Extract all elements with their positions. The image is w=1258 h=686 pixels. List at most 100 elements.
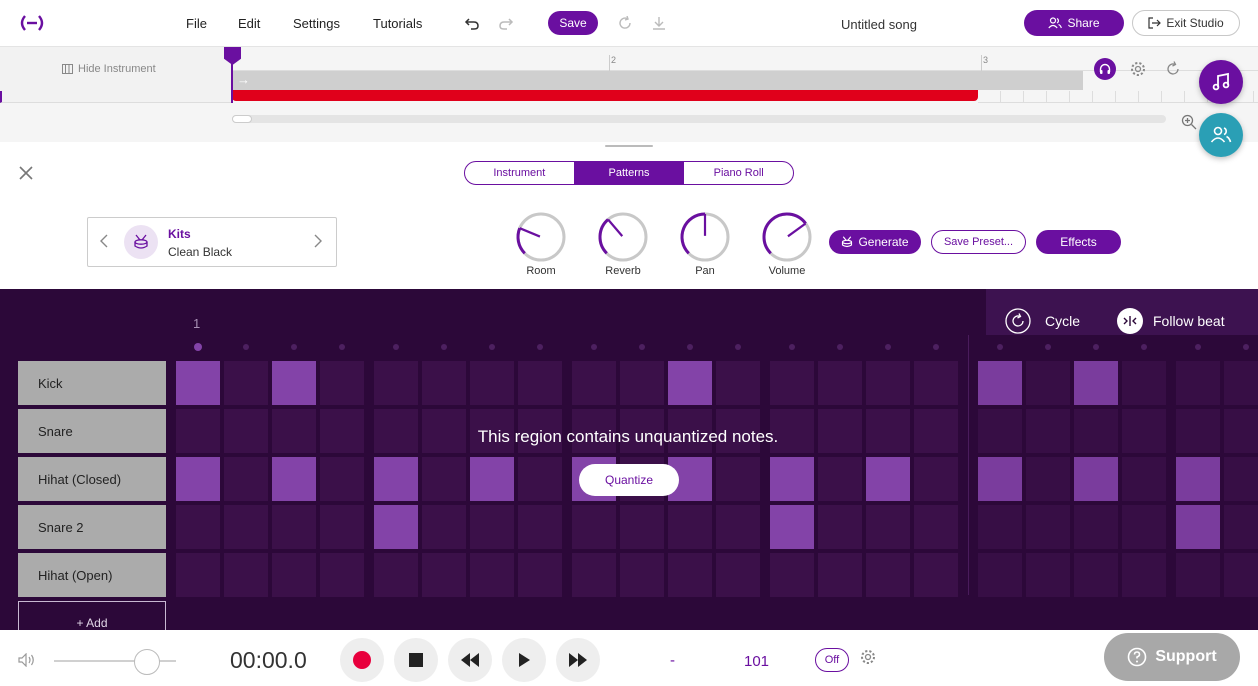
step-cell[interactable] xyxy=(620,505,664,549)
pan-knob[interactable]: Pan xyxy=(675,210,735,278)
step-cell[interactable] xyxy=(770,457,814,501)
step-cell[interactable] xyxy=(224,553,268,597)
step-cell[interactable] xyxy=(176,409,220,453)
step-cell[interactable] xyxy=(176,457,220,501)
metronome-settings-icon[interactable] xyxy=(860,649,876,665)
step-cell[interactable] xyxy=(1026,409,1070,453)
step-cell[interactable] xyxy=(470,361,514,405)
step-cell[interactable] xyxy=(818,505,862,549)
step-cell[interactable] xyxy=(1122,409,1166,453)
step-cell[interactable] xyxy=(1026,361,1070,405)
step-cell[interactable] xyxy=(716,457,760,501)
step-cell[interactable] xyxy=(668,505,712,549)
follow-beat-toggle[interactable]: Follow beat xyxy=(1117,308,1225,334)
step-cell[interactable] xyxy=(572,361,616,405)
step-cell[interactable] xyxy=(518,457,562,501)
resize-handle[interactable] xyxy=(605,145,653,147)
zoom-in-icon[interactable] xyxy=(1181,114,1197,130)
step-cell[interactable] xyxy=(1074,361,1118,405)
redo-icon[interactable] xyxy=(496,13,516,33)
generate-button[interactable]: Generate xyxy=(829,230,921,254)
collaborators-icon[interactable] xyxy=(1199,113,1243,157)
step-cell[interactable] xyxy=(224,457,268,501)
step-cell[interactable] xyxy=(770,505,814,549)
step-cell[interactable] xyxy=(1176,361,1220,405)
exit-studio-button[interactable]: Exit Studio xyxy=(1132,10,1240,36)
step-cell[interactable] xyxy=(716,553,760,597)
app-logo[interactable] xyxy=(18,14,46,32)
step-cell[interactable] xyxy=(866,457,910,501)
save-preset-button[interactable]: Save Preset... xyxy=(931,230,1026,254)
menu-tutorials[interactable]: Tutorials xyxy=(373,16,422,31)
step-cell[interactable] xyxy=(320,553,364,597)
loop-icon[interactable] xyxy=(1165,61,1181,77)
music-note-icon[interactable] xyxy=(1199,60,1243,104)
gear-icon[interactable] xyxy=(1130,61,1146,77)
tempo-display[interactable]: 101 xyxy=(744,653,769,670)
scrollbar-thumb[interactable] xyxy=(232,115,252,123)
step-cell[interactable] xyxy=(176,361,220,405)
step-cell[interactable] xyxy=(1074,505,1118,549)
metronome-toggle[interactable]: Off xyxy=(815,648,849,672)
step-cell[interactable] xyxy=(1026,457,1070,501)
step-cell[interactable] xyxy=(1176,457,1220,501)
step-cell[interactable] xyxy=(914,361,958,405)
tab-patterns[interactable]: Patterns xyxy=(574,162,685,184)
step-cell[interactable] xyxy=(1224,409,1258,453)
headphones-icon[interactable] xyxy=(1094,58,1116,80)
step-cell[interactable] xyxy=(716,505,760,549)
step-cell[interactable] xyxy=(374,457,418,501)
step-cell[interactable] xyxy=(1224,553,1258,597)
step-cell[interactable] xyxy=(914,409,958,453)
row-label-hihat-open[interactable]: Hihat (Open) xyxy=(18,553,166,597)
step-cell[interactable] xyxy=(374,505,418,549)
step-cell[interactable] xyxy=(1026,505,1070,549)
step-cell[interactable] xyxy=(866,505,910,549)
hide-instrument-button[interactable]: Hide Instrument xyxy=(62,63,156,75)
step-cell[interactable] xyxy=(1074,553,1118,597)
row-label-kick[interactable]: Kick xyxy=(18,361,166,405)
step-cell[interactable] xyxy=(1176,409,1220,453)
fast-forward-button[interactable] xyxy=(556,638,600,682)
room-knob[interactable]: Room xyxy=(511,210,571,278)
tab-instrument[interactable]: Instrument xyxy=(465,162,575,184)
step-cell[interactable] xyxy=(272,457,316,501)
step-cell[interactable] xyxy=(1074,457,1118,501)
menu-edit[interactable]: Edit xyxy=(238,16,260,31)
step-cell[interactable] xyxy=(914,553,958,597)
step-cell[interactable] xyxy=(1122,361,1166,405)
share-button[interactable]: Share xyxy=(1024,10,1124,36)
record-button[interactable] xyxy=(340,638,384,682)
loop-region[interactable] xyxy=(232,71,1083,90)
menu-settings[interactable]: Settings xyxy=(293,16,340,31)
step-cell[interactable] xyxy=(1176,553,1220,597)
row-label-snare[interactable]: Snare xyxy=(18,409,166,453)
step-cell[interactable] xyxy=(518,361,562,405)
step-cell[interactable] xyxy=(1026,553,1070,597)
step-cell[interactable] xyxy=(572,505,616,549)
step-cell[interactable] xyxy=(176,553,220,597)
step-cell[interactable] xyxy=(668,361,712,405)
step-cell[interactable] xyxy=(272,553,316,597)
step-cell[interactable] xyxy=(716,361,760,405)
step-cell[interactable] xyxy=(320,409,364,453)
step-cell[interactable] xyxy=(978,505,1022,549)
step-cell[interactable] xyxy=(914,457,958,501)
step-cell[interactable] xyxy=(1176,505,1220,549)
volume-slider-thumb[interactable] xyxy=(134,649,160,675)
undo-icon[interactable] xyxy=(462,13,482,33)
step-cell[interactable] xyxy=(818,361,862,405)
step-cell[interactable] xyxy=(1122,553,1166,597)
row-label-snare-2[interactable]: Snare 2 xyxy=(18,505,166,549)
step-cell[interactable] xyxy=(272,361,316,405)
chevron-right-icon[interactable] xyxy=(313,234,323,253)
close-icon[interactable] xyxy=(18,165,34,181)
effects-button[interactable]: Effects xyxy=(1036,230,1121,254)
timeline-scrollbar[interactable] xyxy=(232,115,1166,123)
step-cell[interactable] xyxy=(224,409,268,453)
step-cell[interactable] xyxy=(770,361,814,405)
track-clip[interactable] xyxy=(232,90,978,101)
step-cell[interactable] xyxy=(470,553,514,597)
step-cell[interactable] xyxy=(914,505,958,549)
step-cell[interactable] xyxy=(374,361,418,405)
